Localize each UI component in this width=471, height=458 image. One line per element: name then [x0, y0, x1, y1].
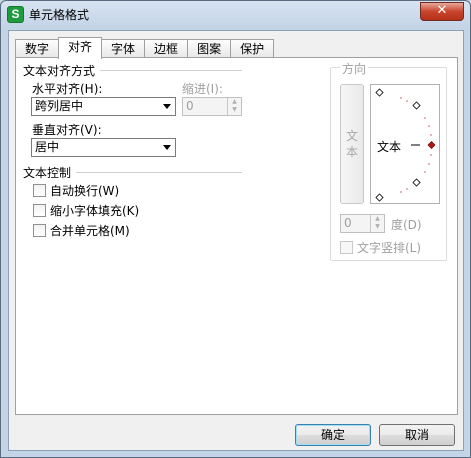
title-bar[interactable]: S 单元格格式 ✕	[1, 1, 470, 29]
shrink-to-fit-label[interactable]: 缩小字体填充(K)	[50, 202, 139, 219]
tab-border[interactable]: 边框	[144, 39, 189, 59]
vertical-align-select[interactable]: 居中	[31, 138, 176, 157]
dial-marker-bottom	[375, 193, 384, 202]
wrap-text-label[interactable]: 自动换行(W)	[50, 182, 119, 199]
dial-marker-lower	[412, 178, 421, 187]
dialog-body: 数字 对齐 字体 边框 图案 保护 文本对齐方式 水平对齐(H): 跨列居中 缩…	[8, 30, 464, 451]
orientation-dial[interactable]: 文本	[370, 84, 440, 204]
tab-alignment[interactable]: 对齐	[58, 37, 103, 59]
dial-text: 文本	[377, 140, 402, 154]
degree-value: 0	[344, 216, 352, 230]
text-control-title: 文本控制	[23, 166, 72, 180]
spin-down-icon[interactable]: ▼	[371, 223, 384, 231]
orientation-title: 方向	[340, 60, 369, 77]
horizontal-align-select[interactable]: 跨列居中	[31, 97, 176, 116]
alignment-section-title: 文本对齐方式	[23, 64, 96, 78]
degree-spinner[interactable]: 0 ▲ ▼	[340, 214, 385, 233]
spin-up-icon[interactable]: ▲	[228, 98, 241, 106]
close-button[interactable]: ✕	[420, 2, 464, 21]
chevron-down-icon	[163, 104, 171, 109]
shrink-to-fit-checkbox[interactable]	[33, 204, 46, 217]
dial-marker-upper	[412, 101, 421, 110]
horizontal-align-label: 水平对齐(H):	[32, 82, 103, 96]
indent-value: 0	[186, 99, 194, 113]
format-cells-dialog: S 单元格格式 ✕ 数字 对齐 字体 边框 图案 保护 文本对齐方式 水平对齐(…	[0, 0, 471, 458]
horizontal-align-value: 跨列居中	[35, 99, 84, 113]
tab-strip: 数字 对齐 字体 边框 图案 保护	[15, 37, 275, 59]
chevron-down-icon	[163, 145, 171, 150]
alignment-panel: 文本对齐方式 水平对齐(H): 跨列居中 缩进(I): 0 ▲ ▼ 垂直对齐(V…	[15, 57, 458, 415]
vertical-text-char: 本	[345, 145, 358, 159]
indent-spinner[interactable]: 0 ▲ ▼	[182, 97, 242, 116]
tab-number[interactable]: 数字	[15, 39, 60, 59]
vertical-text-button[interactable]: 文 本	[340, 84, 364, 204]
vertical-align-label: 垂直对齐(V):	[32, 123, 102, 137]
ok-button[interactable]: 确定	[295, 424, 371, 446]
vertical-stack-label[interactable]: 文字竖排(L)	[357, 239, 421, 256]
tab-protection[interactable]: 保护	[230, 39, 275, 59]
tab-pattern[interactable]: 图案	[187, 39, 232, 59]
vertical-stack-checkbox[interactable]	[340, 241, 353, 254]
window-title: 单元格格式	[29, 8, 90, 22]
app-icon: S	[7, 6, 24, 23]
indent-label: 缩进(I):	[182, 82, 223, 96]
dial-marker-top	[375, 88, 384, 97]
wrap-text-checkbox[interactable]	[33, 184, 46, 197]
degree-label: 度(D)	[391, 218, 422, 232]
tab-font[interactable]: 字体	[101, 39, 146, 59]
spin-down-icon[interactable]: ▼	[228, 106, 241, 114]
merge-cells-checkbox[interactable]	[33, 224, 46, 237]
cancel-button[interactable]: 取消	[379, 424, 455, 446]
alignment-separator	[100, 70, 242, 71]
spin-up-icon[interactable]: ▲	[371, 215, 384, 223]
vertical-text-char: 文	[345, 129, 358, 143]
text-control-separator	[76, 172, 242, 173]
vertical-align-value: 居中	[35, 140, 60, 154]
dial-indicator[interactable]	[427, 141, 436, 149]
merge-cells-label[interactable]: 合并单元格(M)	[50, 222, 130, 239]
